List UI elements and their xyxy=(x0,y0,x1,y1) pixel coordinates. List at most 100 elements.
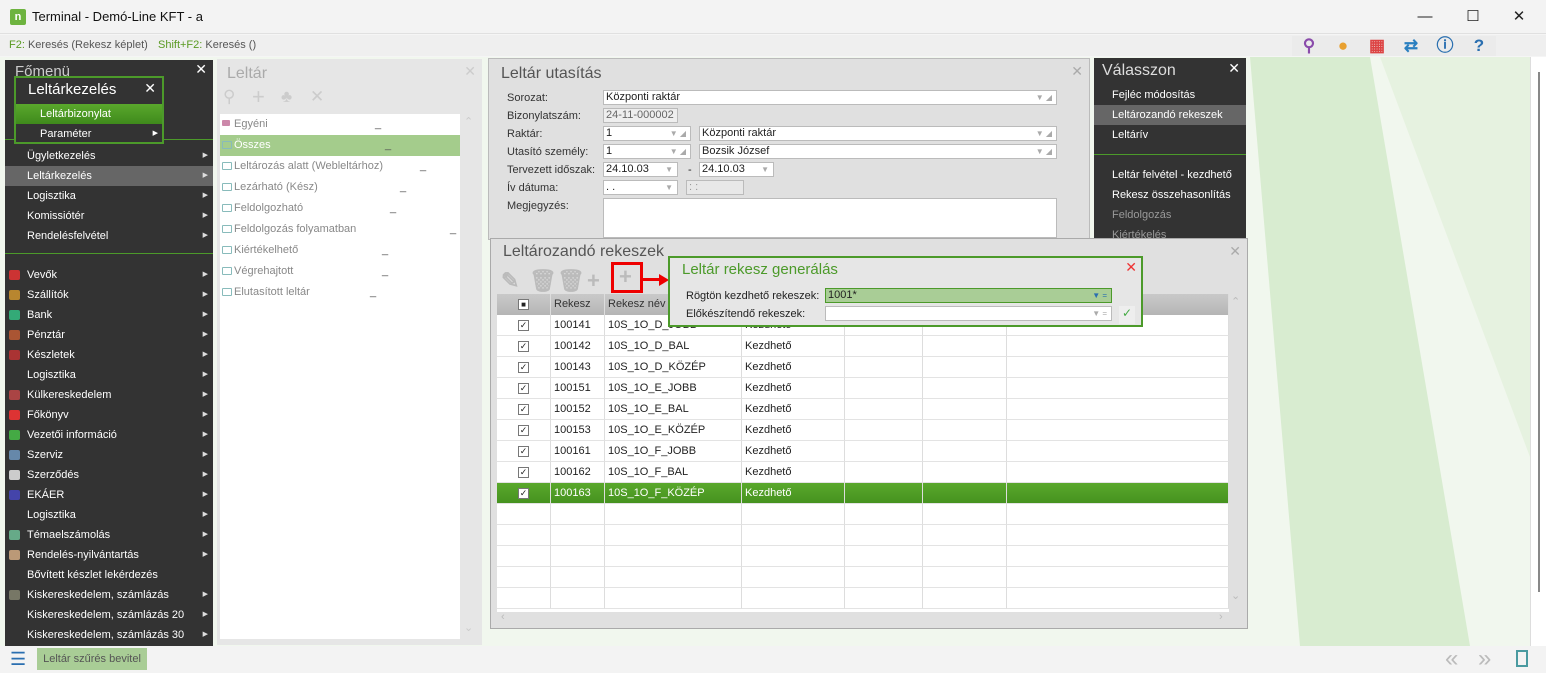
idoszak-to-field[interactable]: 24.10.03 ▼ xyxy=(699,162,774,177)
utasito-name-field[interactable]: Bozsik József ▼ ◢ xyxy=(699,144,1057,159)
add-icon[interactable]: + xyxy=(587,269,600,293)
valasszon-action[interactable]: Leltár felvétel - kezdhető xyxy=(1094,165,1246,185)
menu-item[interactable]: Szerviz ▶ xyxy=(5,445,213,465)
scroll-up-icon[interactable]: ⌃ xyxy=(464,115,473,128)
scroll-up-icon[interactable]: ⌃ xyxy=(1231,295,1240,308)
add-icon[interactable]: + xyxy=(252,84,265,110)
menu-item[interactable]: Komissiótér ▶ xyxy=(5,206,213,226)
valasszon-item[interactable]: Fejléc módosítás xyxy=(1094,85,1246,105)
leltar-filter-item[interactable]: Leltározás alatt (Webleltárhoz) _ xyxy=(220,156,460,177)
menu-item[interactable]: Témaelszámolás ▶ xyxy=(5,525,213,545)
elokeszitendo-input[interactable]: ▼ = xyxy=(825,306,1112,321)
menu-item[interactable]: Kiskereskedelem, számlázás ▶ xyxy=(5,585,213,605)
utasitas-close-button[interactable]: ✕ xyxy=(1071,63,1083,80)
row-checkbox[interactable]: ✓ xyxy=(518,488,529,499)
menu-item[interactable]: Ügyletkezelés ▶ xyxy=(5,146,213,166)
prev-icon[interactable]: « xyxy=(1445,646,1458,672)
raktar-name-field[interactable]: Központi raktár ▼ ◢ xyxy=(699,126,1057,141)
scrollbar[interactable] xyxy=(1530,57,1546,646)
iv-date-field[interactable]: . . ▼ xyxy=(603,180,678,195)
search-icon[interactable]: ⚲ xyxy=(223,87,235,107)
menu-item[interactable]: Logisztika ▶ xyxy=(5,365,213,385)
leltar-filter-item[interactable]: Lezárható (Kész) _ xyxy=(220,177,460,198)
column-header[interactable]: ■ xyxy=(497,294,551,315)
close-window-button[interactable]: ✕ xyxy=(1496,4,1542,30)
scroll-right-icon[interactable]: › xyxy=(1219,611,1223,623)
leltar-close-button[interactable]: ✕ xyxy=(464,63,476,80)
utasito-code-field[interactable]: 1 ▼ ◢ xyxy=(603,144,691,159)
ok-check-button[interactable]: ✓ xyxy=(1119,306,1135,324)
menu-item[interactable]: Leltárkezelés ▶ xyxy=(5,166,213,186)
menu-item[interactable]: Logisztika ▶ xyxy=(5,186,213,206)
valasszon-action[interactable]: Feldolgozás xyxy=(1094,205,1246,225)
help-icon[interactable]: ? xyxy=(1462,36,1496,56)
edit-icon[interactable]: ✎ xyxy=(501,269,519,293)
row-checkbox[interactable]: ✓ xyxy=(518,320,529,331)
generate-rekesz-button[interactable]: + xyxy=(611,262,643,293)
megjegyzes-field[interactable] xyxy=(603,198,1057,238)
valasszon-close-button[interactable]: ✕ xyxy=(1228,60,1240,77)
rogton-input[interactable]: 1001* ▼ = xyxy=(825,288,1112,303)
valasszon-item[interactable]: Leltárív xyxy=(1094,125,1246,145)
scroll-down-icon[interactable]: ⌄ xyxy=(1231,589,1240,602)
leltar-filter-item[interactable]: Kiértékelhető _ xyxy=(220,240,460,261)
hint-shift-f2[interactable]: Shift+F2: Keresés () xyxy=(158,39,256,51)
menu-item[interactable]: Főkönyv ▶ xyxy=(5,405,213,425)
menu-item[interactable]: Vevők ▶ xyxy=(5,265,213,285)
select-all-checkbox[interactable]: ■ xyxy=(518,299,529,310)
leltar-filter-item[interactable]: Elutasított leltár _ xyxy=(220,282,460,303)
leltar-filter-item[interactable]: Feldolgozható _ xyxy=(220,198,460,219)
menu-item[interactable]: Szerződés ▶ xyxy=(5,465,213,485)
menu-item[interactable]: Készletek ▶ xyxy=(5,345,213,365)
leltar-filter-item[interactable]: Összes _ xyxy=(220,135,460,156)
menu-item[interactable]: Bank ▶ xyxy=(5,305,213,325)
menu-item[interactable]: EKÁER ▶ xyxy=(5,485,213,505)
submenu-item-leltarbizonylat[interactable]: Leltárbizonylat xyxy=(16,104,162,124)
apps-icon[interactable]: ▦ xyxy=(1360,36,1394,56)
unpin-icon[interactable]: ✕ xyxy=(310,87,324,107)
user-icon[interactable]: ● xyxy=(1326,36,1360,56)
delete-all-icon[interactable]: 🗑 xyxy=(557,269,585,293)
rekeszek-close-button[interactable]: ✕ xyxy=(1229,243,1241,260)
leltar-filter-item[interactable]: Egyéni _ xyxy=(220,114,460,135)
idoszak-from-field[interactable]: 24.10.03 ▼ xyxy=(603,162,678,177)
raktar-code-field[interactable]: 1 ▼ ◢ xyxy=(603,126,691,141)
menu-item[interactable]: Kiskereskedelem, számlázás 30 ▶ xyxy=(5,625,213,645)
tree-icon[interactable]: ♣ xyxy=(281,87,292,107)
hint-f2[interactable]: F2: Keresés (Rekesz képlet) xyxy=(9,39,148,51)
valasszon-item[interactable]: Leltározandó rekeszek xyxy=(1094,105,1246,125)
hamburger-menu-icon[interactable]: ☰ xyxy=(10,649,26,669)
scroll-left-icon[interactable]: ‹ xyxy=(501,611,505,623)
delete-icon[interactable]: 🗑 xyxy=(529,269,557,293)
row-checkbox[interactable]: ✓ xyxy=(518,404,529,415)
menu-item[interactable]: Rendelés-nyilvántartás ▶ xyxy=(5,545,213,565)
switch-icon[interactable]: ⇄ xyxy=(1394,36,1428,56)
iv-time-field[interactable]: : : xyxy=(686,180,744,195)
menu-item[interactable]: Kiskereskedelem, számlázás 20 ▶ xyxy=(5,605,213,625)
menu-item[interactable]: Pénztár ▶ xyxy=(5,325,213,345)
menu-item[interactable]: Rendelésfelvétel ▶ xyxy=(5,226,213,246)
popup-close-button[interactable]: ✕ xyxy=(1125,259,1137,276)
leltar-filter-item[interactable]: Végrehajtott _ xyxy=(220,261,460,282)
submenu-item-parameter[interactable]: Paraméter ▶ xyxy=(16,124,162,144)
row-checkbox[interactable]: ✓ xyxy=(518,383,529,394)
menu-item[interactable]: Szállítók ▶ xyxy=(5,285,213,305)
menu-close-button[interactable]: ✕ xyxy=(195,61,207,78)
menu-item[interactable]: Bővített készlet lekérdezés xyxy=(5,565,213,585)
column-header[interactable]: Rekesz xyxy=(551,294,605,315)
menu-item[interactable]: Külkereskedelem ▶ xyxy=(5,385,213,405)
scroll-down-icon[interactable]: ⌄ xyxy=(464,621,473,634)
minimize-button[interactable]: — xyxy=(1402,4,1448,30)
document-icon[interactable] xyxy=(1516,650,1528,667)
sorozat-field[interactable]: Központi raktár ▼ ◢ xyxy=(603,90,1057,105)
maximize-button[interactable]: ☐ xyxy=(1450,4,1496,30)
row-checkbox[interactable]: ✓ xyxy=(518,362,529,373)
row-checkbox[interactable]: ✓ xyxy=(518,446,529,457)
submenu-close-button[interactable]: ✕ xyxy=(144,80,156,97)
info-icon[interactable]: ⓘ xyxy=(1428,36,1462,56)
valasszon-action[interactable]: Rekesz összehasonlítás xyxy=(1094,185,1246,205)
row-checkbox[interactable]: ✓ xyxy=(518,467,529,478)
row-checkbox[interactable]: ✓ xyxy=(518,425,529,436)
leltar-filter-item[interactable]: Feldolgozás folyamatban _ xyxy=(220,219,460,240)
row-checkbox[interactable]: ✓ xyxy=(518,341,529,352)
